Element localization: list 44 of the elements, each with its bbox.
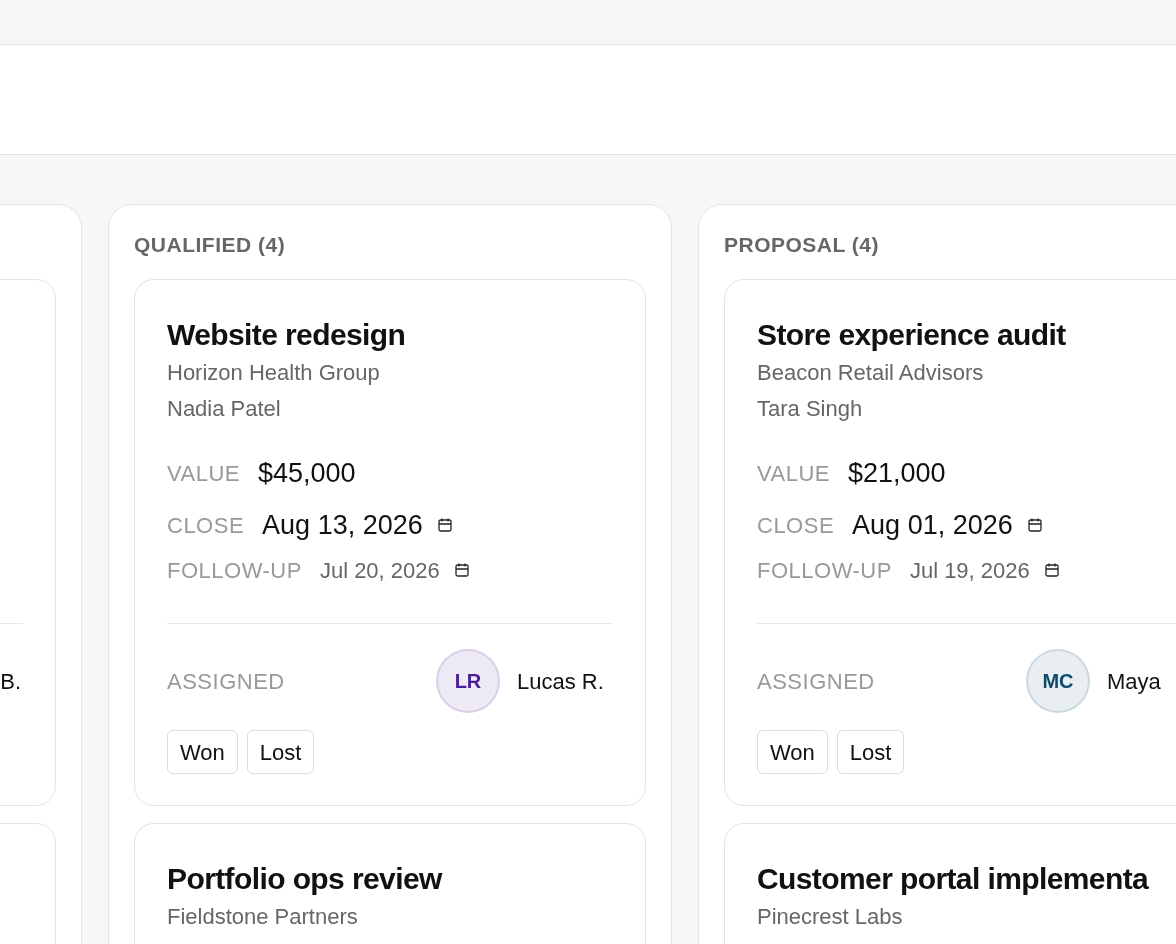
field-value: Aug 13, 2026 [262,508,423,542]
field-value: $45,000 [258,456,356,490]
deal-card[interactable]: B. [0,279,56,806]
field-label: CLOSE [167,511,245,540]
deal-card[interactable]: Store experience audit Beacon Retail Advisors Tara Singh VALUE $21,000 CLOSE Aug 01, 2026 FOLLOW-UP Jul 19, 2026 ASSIGNED MC Maya Won Lost [724,279,1176,806]
avatar: LR [436,649,500,713]
calendar-icon [436,517,453,533]
assignee-name: Maya [1107,667,1161,696]
company-name: Beacon Retail Advisors [757,359,985,387]
calendar-icon [453,562,470,578]
field-value: $21,000 [848,456,946,490]
deal-title: Store experience audit [757,317,1067,353]
contact-name: Tara Singh [757,395,864,423]
company-name: Pinecrest Labs [757,903,904,931]
field-value: Jul 19, 2026 [909,556,1030,585]
deal-title: Portfolio ops review [167,861,444,897]
field-label: FOLLOW-UP [757,556,892,585]
action-button[interactable]: Won [167,730,238,774]
contact-name: Nadia Patel [167,395,282,423]
action-button[interactable]: Lost [246,730,315,774]
action-button[interactable]: Won [757,730,828,774]
assignee-name: Lucas R. [517,667,604,696]
deal-title: Website redesign [167,317,407,353]
deal-card[interactable]: Customer portal implementa Pinecrest Labs [724,823,1176,944]
deal-card[interactable]: Portfolio ops review Fieldstone Partners [134,823,646,944]
field-label: CLOSE [757,511,835,540]
avatar: MC [1026,649,1090,713]
deal-title: Customer portal implementa [757,861,1150,897]
assignee-name: B. [0,667,21,696]
column-title: QUALIFIED (4) [134,232,287,258]
field-value: Aug 01, 2026 [852,508,1013,542]
action-button[interactable]: Lost [836,730,905,774]
field-label: VALUE [167,459,240,488]
company-name: Horizon Health Group [167,359,381,387]
deal-card[interactable]: Website redesign Horizon Health Group Nadia Patel VALUE $45,000 CLOSE Aug 13, 2026 FOLLOW-UP Jul 20, 2026 ASSIGNED LR Lucas R. Won Lost [134,279,646,806]
field-label: FOLLOW-UP [167,556,302,585]
field-label: VALUE [757,459,830,488]
calendar-icon [1026,517,1043,533]
assigned-label: ASSIGNED [167,668,285,694]
calendar-icon [1043,562,1060,578]
company-name: Fieldstone Partners [167,903,359,931]
field-value: Jul 20, 2026 [319,556,440,585]
assigned-label: ASSIGNED [757,668,875,694]
column-title: PROPOSAL (4) [724,232,880,258]
